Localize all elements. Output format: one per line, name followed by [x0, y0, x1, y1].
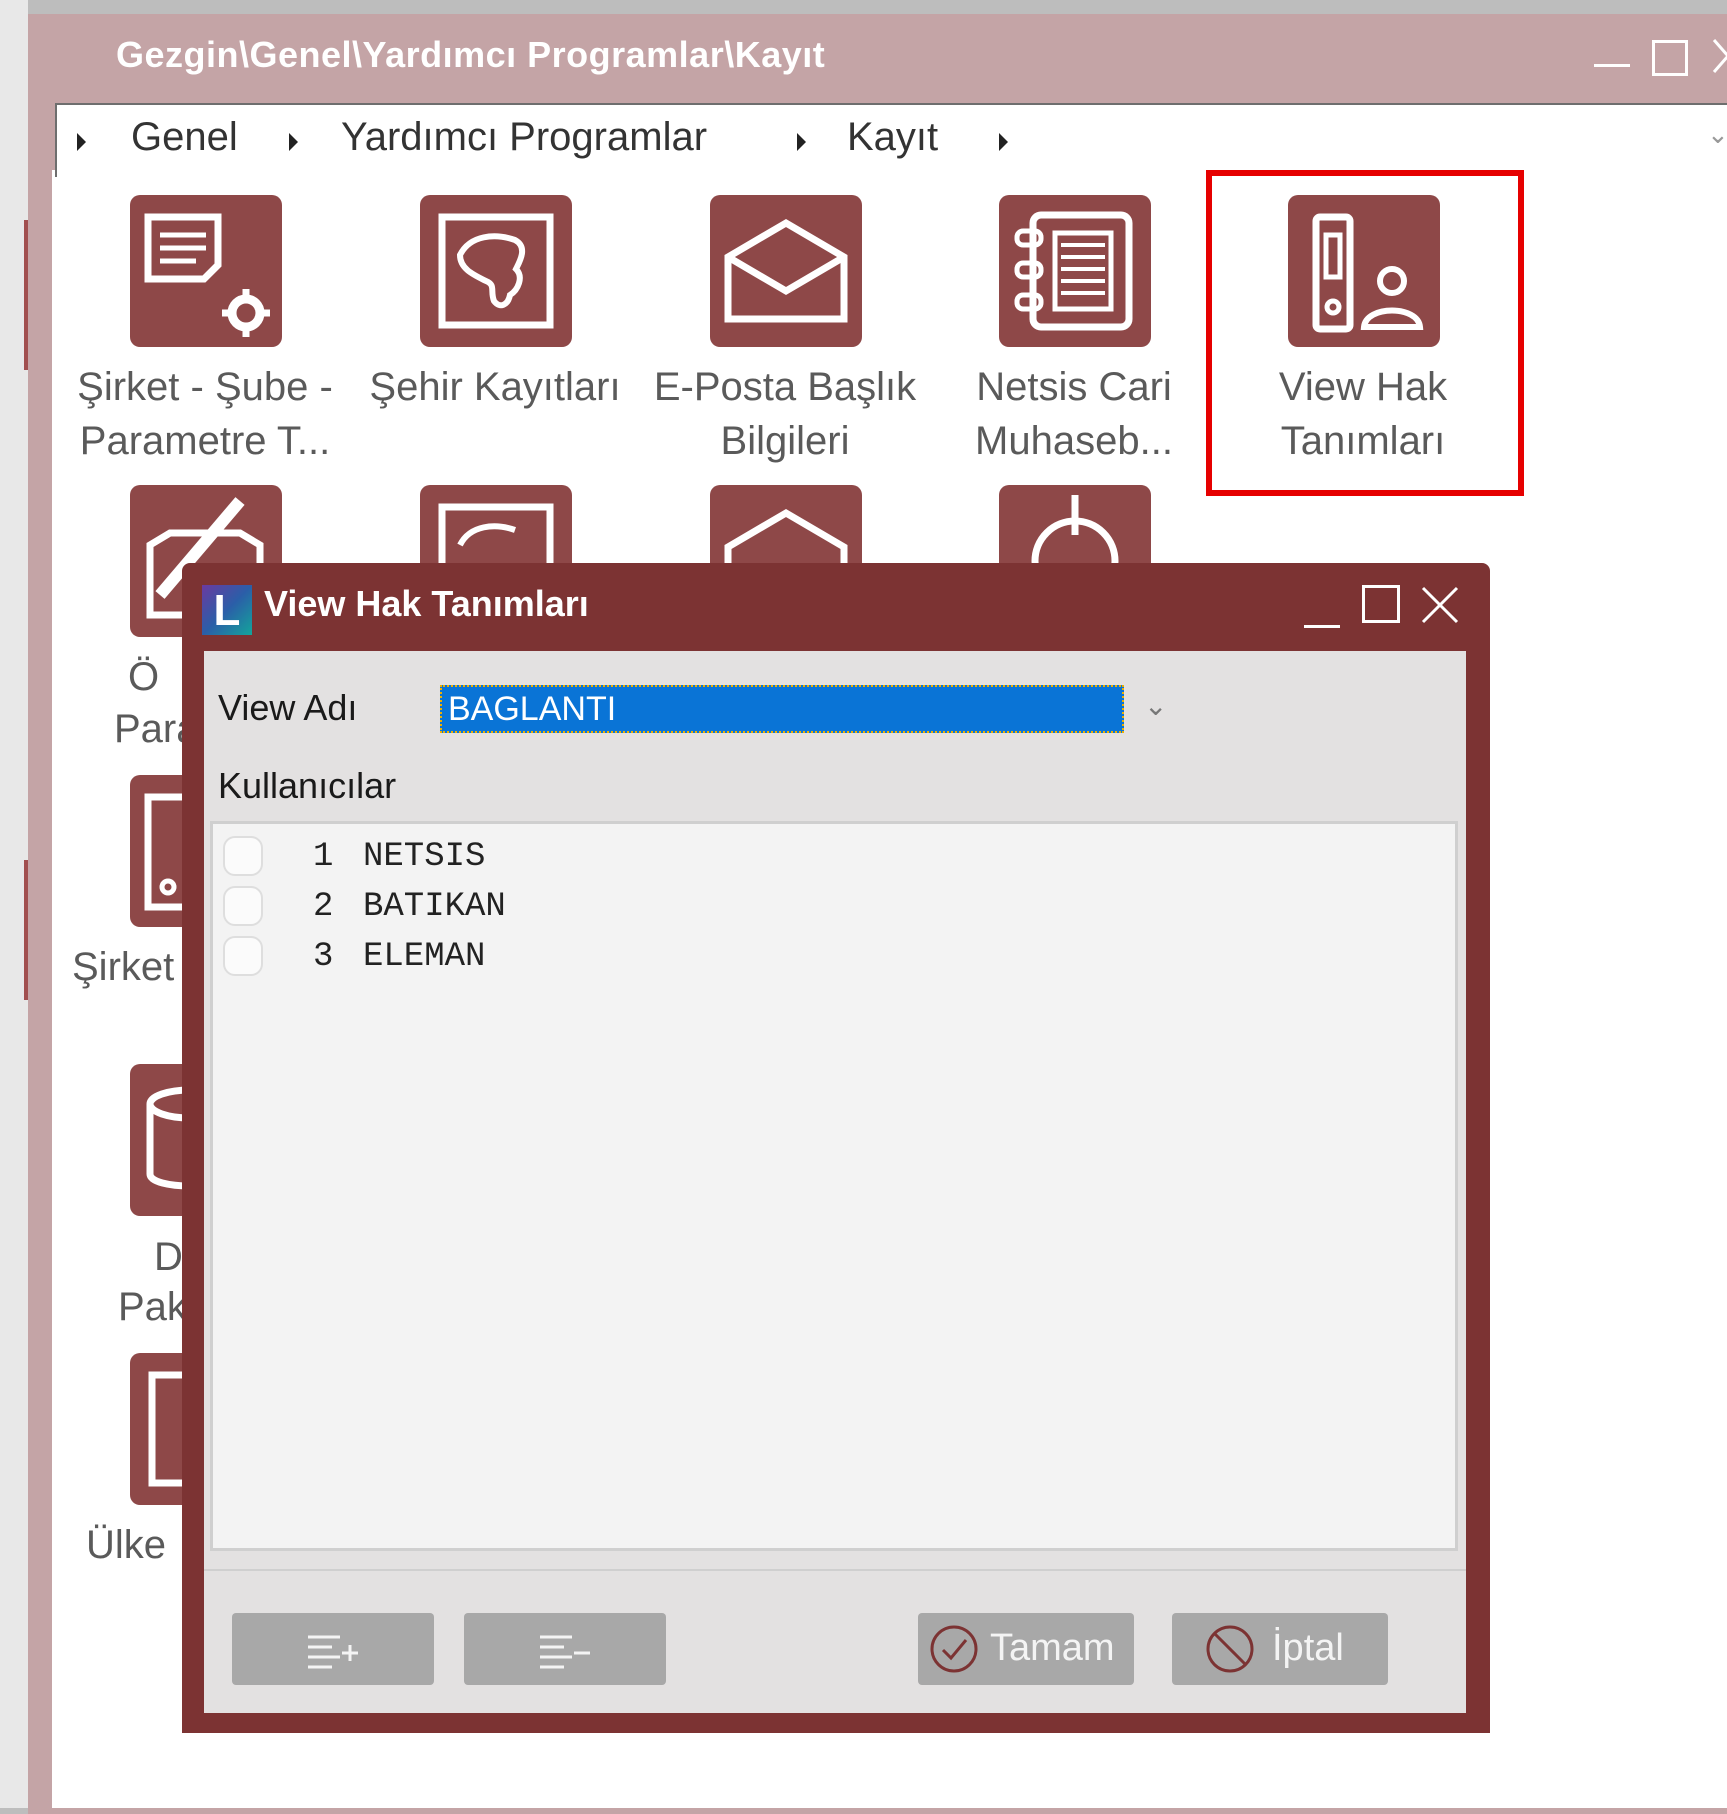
breadcrumb: Genel Yardımcı Programlar Kayıt ⌄ — [55, 103, 1727, 177]
minimize-button[interactable] — [1592, 24, 1632, 68]
tile-e-posta-baslik[interactable] — [710, 195, 862, 347]
user-checkbox[interactable] — [223, 936, 263, 976]
list-item[interactable]: 1 NETSIS — [223, 832, 823, 882]
chevron-down-icon[interactable]: ⌄ — [1144, 689, 1167, 722]
user-number: 2 — [313, 888, 334, 926]
list-item[interactable]: 2 BATIKAN — [223, 882, 823, 932]
user-checkbox[interactable] — [223, 886, 263, 926]
view-adi-label: View Adı — [218, 687, 358, 728]
dialog-body: View Adı BAGLANTI ⌄ Kullanıcılar 1 NETSI… — [204, 651, 1466, 1713]
dialog-close-button[interactable] — [1420, 585, 1460, 625]
breadcrumb-arrow-icon[interactable] — [289, 133, 298, 151]
dialog-footer: Tamam İptal — [204, 1569, 1466, 1713]
user-number: 3 — [313, 938, 334, 976]
breadcrumb-arrow-icon[interactable] — [999, 133, 1008, 151]
breadcrumb-arrow-icon[interactable] — [77, 133, 86, 151]
left-edge-strip — [0, 0, 30, 1808]
cancel-button-label: İptal — [1272, 1627, 1344, 1669]
close-icon — [1712, 39, 1727, 73]
ok-button[interactable]: Tamam — [918, 1613, 1134, 1685]
tile-label: Netsis Cari Muhaseb... — [975, 365, 1173, 463]
ok-button-label: Tamam — [990, 1627, 1115, 1669]
tile-label-partial: Ö — [128, 655, 160, 699]
list-add-icon — [308, 1635, 358, 1669]
deselect-all-button[interactable] — [464, 1613, 666, 1685]
list-item[interactable]: 3 ELEMAN — [223, 932, 823, 982]
tile-label: Şehir Kayıtları — [369, 365, 621, 409]
breadcrumb-arrow-icon[interactable] — [797, 133, 806, 151]
settings-document-icon — [144, 213, 270, 337]
cancel-icon — [1206, 1625, 1254, 1673]
maximize-button[interactable] — [1652, 40, 1688, 76]
map-icon — [438, 213, 554, 329]
tile-sirket-sube-parametre[interactable] — [130, 195, 282, 347]
select-all-button[interactable] — [232, 1613, 434, 1685]
close-icon — [1421, 586, 1459, 624]
view-adi-select[interactable]: BAGLANTI — [440, 685, 1124, 733]
tile-label: E-Posta Başlık Bilgileri — [653, 365, 917, 463]
highlight-box — [1206, 170, 1524, 496]
envelope-icon — [724, 218, 848, 323]
tile-netsis-cari-muhasebe[interactable] — [999, 195, 1151, 347]
breadcrumb-dropdown-icon[interactable]: ⌄ — [1707, 119, 1727, 150]
tile-label: Şirket - Şube - Parametre T... — [77, 365, 333, 463]
dialog-maximize-button[interactable] — [1362, 585, 1400, 623]
dialog-minimize-button[interactable] — [1302, 589, 1342, 629]
tile-sehir-kayitlari[interactable] — [420, 195, 572, 347]
user-number: 1 — [313, 838, 334, 876]
ledger-icon — [1014, 211, 1133, 331]
tile-label-partial: Ülke — [86, 1523, 167, 1567]
dialog-title: View Hak Tanımları — [264, 583, 589, 624]
users-list: 1 NETSIS 2 BATIKAN 3 ELEMAN — [210, 821, 1458, 1551]
view-hak-tanimlari-dialog: L View Hak Tanımları View Adı BAGLANTI ⌄… — [182, 563, 1490, 1733]
breadcrumb-item-kayit[interactable]: Kayıt — [847, 115, 938, 160]
user-checkbox[interactable] — [223, 836, 263, 876]
user-name: BATIKAN — [363, 888, 506, 926]
breadcrumb-item-genel[interactable]: Genel — [131, 115, 238, 160]
kullanicilar-label: Kullanıcılar — [218, 765, 397, 806]
list-remove-icon — [540, 1635, 590, 1669]
check-circle-icon — [930, 1625, 978, 1673]
close-button[interactable] — [1708, 32, 1727, 76]
user-name: ELEMAN — [363, 938, 486, 976]
user-name: NETSIS — [363, 838, 486, 876]
cancel-button[interactable]: İptal — [1172, 1613, 1388, 1685]
breadcrumb-item-yardimci-programlar[interactable]: Yardımcı Programlar — [341, 115, 707, 160]
main-window-title: Gezgin\Genel\Yardımcı Programlar\Kayıt — [116, 34, 826, 75]
app-logo-icon: L — [202, 585, 252, 635]
